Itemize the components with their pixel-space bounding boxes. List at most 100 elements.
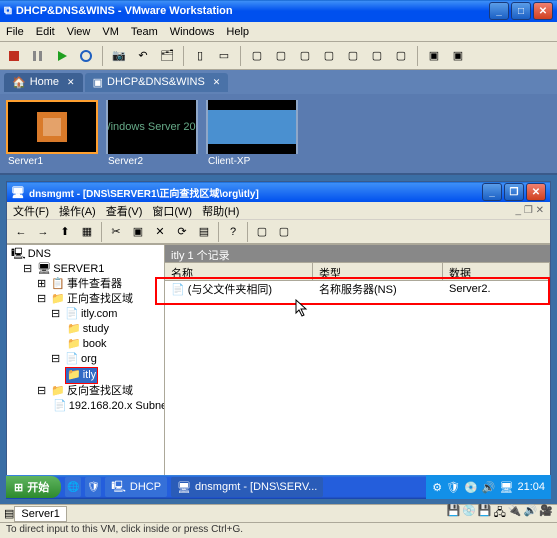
tree-forward-zones[interactable]: 📁 正向查找区域 bbox=[49, 292, 135, 307]
up-icon[interactable]: ⬆ bbox=[55, 222, 75, 242]
device-cd-icon[interactable]: 💿 bbox=[462, 504, 476, 523]
tray-time[interactable]: 21:04 bbox=[517, 481, 545, 493]
del-icon[interactable]: ✕ bbox=[150, 222, 170, 242]
device-usb-icon[interactable]: 🔌 bbox=[508, 504, 522, 523]
tree-dns-root[interactable]: 🖳 DNS bbox=[9, 247, 53, 262]
menu-team[interactable]: Team bbox=[131, 26, 158, 38]
tool1-icon[interactable]: ▣ bbox=[424, 46, 444, 66]
mdi-controls[interactable]: _ ❐ ✕ bbox=[516, 205, 544, 216]
minimize-button[interactable]: _ bbox=[489, 2, 509, 20]
taskbar-dnsmgmt[interactable]: 🖥 dnsmgmt - [DNS\SERV... bbox=[171, 477, 323, 497]
manager-icon[interactable]: 🗂 bbox=[157, 46, 177, 66]
device-floppy-icon[interactable]: 💾 bbox=[478, 504, 492, 523]
cut-icon[interactable]: ✂ bbox=[106, 222, 126, 242]
menu-help[interactable]: Help bbox=[226, 26, 249, 38]
tree-rev-subnet[interactable]: 📄 192.168.20.x Subnet bbox=[51, 399, 165, 414]
help-icon[interactable]: ? bbox=[223, 222, 243, 242]
device-net-icon[interactable]: 🖧 bbox=[494, 504, 506, 523]
close-tab-icon[interactable]: ✕ bbox=[213, 77, 221, 88]
tree-study[interactable]: 📁 study bbox=[65, 322, 111, 337]
thumb-server1[interactable]: Server1 bbox=[6, 100, 98, 167]
stop-icon[interactable] bbox=[4, 46, 24, 66]
play-icon[interactable] bbox=[52, 46, 72, 66]
separator bbox=[240, 46, 241, 66]
close-button[interactable]: ✕ bbox=[533, 2, 553, 20]
tray-icon-5[interactable]: 🖥 bbox=[500, 481, 514, 494]
separator bbox=[102, 46, 103, 66]
tree-reverse-zones[interactable]: 📁 反向查找区域 bbox=[49, 384, 135, 399]
tab-home[interactable]: 🏠 Home ✕ bbox=[4, 73, 83, 92]
menu-edit[interactable]: Edit bbox=[36, 26, 55, 38]
quicklaunch-2[interactable]: 🛡 bbox=[85, 477, 101, 497]
revert-icon[interactable]: ↶ bbox=[133, 46, 153, 66]
props-icon[interactable]: ▣ bbox=[128, 222, 148, 242]
fav-icon[interactable]: ▭ bbox=[214, 46, 234, 66]
screen5-icon[interactable]: ▢ bbox=[343, 46, 363, 66]
tab-active[interactable]: ▣ DHCP&DNS&WINS ✕ bbox=[85, 73, 229, 92]
device-hd-icon[interactable]: 💾 bbox=[447, 504, 461, 523]
sidebar-icon[interactable]: ▯ bbox=[190, 46, 210, 66]
tray-icon-2[interactable]: 🛡 bbox=[446, 481, 460, 494]
maximize-button[interactable]: □ bbox=[511, 2, 531, 20]
refresh-icon[interactable]: ⟳ bbox=[172, 222, 192, 242]
col-type[interactable]: 类型 bbox=[313, 263, 443, 280]
menu-windows[interactable]: Windows bbox=[170, 26, 215, 38]
forward-icon[interactable]: → bbox=[33, 222, 53, 242]
device-snd-icon[interactable]: 🔊 bbox=[524, 504, 538, 523]
screen4-icon[interactable]: ▢ bbox=[319, 46, 339, 66]
taskbar-dhcp[interactable]: 🖳 DHCP bbox=[105, 477, 167, 497]
inner-menu-action[interactable]: 操作(A) bbox=[59, 203, 96, 219]
home-icon: 🏠 bbox=[12, 76, 26, 89]
cell-name: (与父文件夹相同) bbox=[188, 284, 272, 296]
dnsmgmt-title: dnsmgmt - [DNS\SERVER1\正向查找区域\org\itly] bbox=[25, 185, 482, 200]
thumb-clientxp[interactable]: Client-XP bbox=[206, 100, 298, 167]
tool2-icon[interactable]: ▣ bbox=[448, 46, 468, 66]
inner-menu-file[interactable]: 文件(F) bbox=[13, 203, 49, 219]
menu-file[interactable]: File bbox=[6, 26, 24, 38]
table-row[interactable]: 📄 (与父文件夹相同) 名称服务器(NS) Server2. bbox=[165, 281, 550, 297]
screen2-icon[interactable]: ▢ bbox=[271, 46, 291, 66]
screen3-icon[interactable]: ▢ bbox=[295, 46, 315, 66]
tree-server[interactable]: 🖥 SERVER1 bbox=[35, 262, 106, 277]
tree-zone-org[interactable]: 📄 org bbox=[63, 352, 99, 367]
show-icon[interactable]: ▦ bbox=[77, 222, 97, 242]
separator bbox=[183, 46, 184, 66]
close-tab-icon[interactable]: ✕ bbox=[67, 77, 75, 88]
quicklaunch-1[interactable]: 🌐 bbox=[65, 477, 81, 497]
reset-icon[interactable] bbox=[76, 46, 96, 66]
export-icon[interactable]: ▤ bbox=[194, 222, 214, 242]
status-vm-name[interactable]: Server1 bbox=[14, 506, 67, 522]
thumb-server2[interactable]: Windows Server 2003 Server2 bbox=[106, 100, 198, 167]
menu-view[interactable]: View bbox=[67, 26, 91, 38]
t2-icon[interactable]: ▢ bbox=[274, 222, 294, 242]
tray-icon-3[interactable]: 💿 bbox=[464, 481, 478, 494]
snapshot-icon[interactable]: 📷 bbox=[109, 46, 129, 66]
vmware-title: DHCP&DNS&WINS - VMware Workstation bbox=[12, 5, 489, 17]
inner-menu-help[interactable]: 帮助(H) bbox=[202, 203, 239, 219]
pause-icon[interactable] bbox=[28, 46, 48, 66]
inner-menu-window[interactable]: 窗口(W) bbox=[152, 203, 192, 219]
separator bbox=[101, 222, 102, 242]
tree-eventviewer[interactable]: 📋 事件查看器 bbox=[49, 277, 124, 292]
start-button[interactable]: ⊞ 开始 bbox=[6, 476, 61, 498]
screen6-icon[interactable]: ▢ bbox=[367, 46, 387, 66]
col-name[interactable]: 名称 bbox=[165, 263, 313, 280]
device-vid-icon[interactable]: 🎥 bbox=[539, 504, 553, 523]
tray-icon-1[interactable]: ⚙ bbox=[432, 481, 442, 494]
back-icon[interactable]: ← bbox=[11, 222, 31, 242]
screen1-icon[interactable]: ▢ bbox=[247, 46, 267, 66]
menu-vm[interactable]: VM bbox=[102, 26, 119, 38]
t1-icon[interactable]: ▢ bbox=[252, 222, 272, 242]
col-data[interactable]: 数据 bbox=[443, 263, 550, 280]
tray-icon-4[interactable]: 🔊 bbox=[482, 481, 496, 494]
tree-book[interactable]: 📁 book bbox=[65, 337, 109, 352]
inner-menu-view[interactable]: 查看(V) bbox=[106, 203, 143, 219]
inner-close-button[interactable]: ✕ bbox=[526, 183, 546, 201]
screen7-icon[interactable]: ▢ bbox=[391, 46, 411, 66]
tree-itly-selected[interactable]: 📁 itly bbox=[65, 367, 98, 384]
inner-minimize-button[interactable]: _ bbox=[482, 183, 502, 201]
tree-zone-itlycom[interactable]: 📄 itly.com bbox=[63, 307, 119, 322]
vm-icon: ▣ bbox=[93, 76, 103, 89]
inner-restore-button[interactable]: ❐ bbox=[504, 183, 524, 201]
dnsmgmt-task-icon: 🖥 bbox=[177, 481, 191, 494]
